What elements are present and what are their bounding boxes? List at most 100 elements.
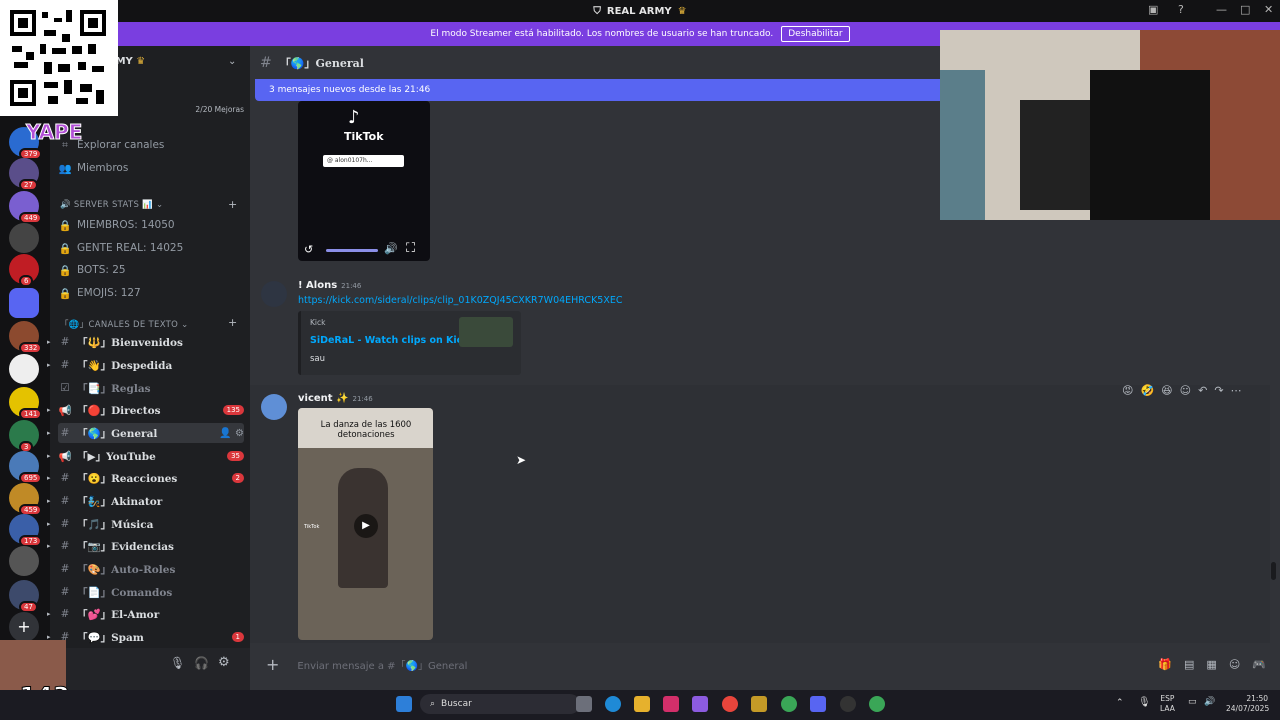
chrome-profile-icon[interactable] [869, 696, 885, 712]
sidebar-item-explore[interactable]: ⌗ Explorar canales [58, 135, 244, 155]
chrome-profile-icon[interactable] [781, 696, 797, 712]
gift-icon[interactable]: 🎁 [1158, 658, 1172, 671]
channel-reglas[interactable]: ☑ 「📑」Reglas [58, 378, 244, 398]
maximize-button[interactable]: □ [1240, 3, 1250, 16]
mic-tray-icon[interactable]: 🎙 [1138, 697, 1151, 708]
reaction-emoji-icon[interactable]: 😆 [1161, 384, 1172, 397]
copilot-icon[interactable] [692, 696, 708, 712]
server-icon[interactable]: 3 [9, 420, 39, 453]
add-attachment-icon[interactable]: + [266, 655, 279, 674]
server-icon[interactable]: 6 [9, 254, 39, 287]
video-embed[interactable]: ♪ TikTok @ alon0107h... ↺ 🔊 ⛶ [298, 101, 430, 261]
channel-youtube[interactable]: 📢 「▶」YouTube 35 [58, 446, 244, 466]
settings-icon[interactable]: 👤 ⚙ [219, 428, 244, 439]
channel-evidencias[interactable]: # 「📷」Evidencias [58, 536, 244, 556]
reaction-emoji-icon[interactable]: 🤣 [1140, 384, 1154, 397]
message-input[interactable]: Enviar mensaje a #「🌎」General [297, 657, 467, 672]
app-icon[interactable] [663, 696, 679, 712]
category-text-channels[interactable]: 「🌐」CANALES DE TEXTO ⌄ [60, 318, 189, 330]
stat-channel[interactable]: 🔒 BOTS: 25 [58, 260, 244, 280]
gif-icon[interactable]: ▤ [1184, 658, 1194, 671]
reply-icon[interactable]: ↶ [1198, 384, 1207, 397]
discord-icon[interactable] [810, 696, 826, 712]
edge-icon[interactable] [605, 696, 621, 712]
help-icon[interactable]: ? [1178, 3, 1184, 16]
user-settings-icon[interactable]: ⚙ [218, 655, 230, 670]
speaker-icon[interactable]: 🔊 [1204, 697, 1215, 707]
add-server-icon[interactable]: + [9, 612, 39, 642]
tray-expand-icon[interactable]: ⌃ [1116, 698, 1124, 708]
channel-auto-roles[interactable]: # 「🎨」Auto-Roles [58, 559, 244, 579]
server-icon[interactable]: 27 [9, 158, 39, 191]
stat-channel[interactable]: 🔒 MIEMBROS: 14050 [58, 215, 244, 235]
channel-spam[interactable]: # 「💬」Spam 1 [58, 627, 244, 647]
channel-reacciones[interactable]: # 「😮」Reacciones 2 [58, 468, 244, 488]
category-server-stats[interactable]: 🔊 SERVER STATS 📊 ⌄ [60, 200, 163, 210]
scrollbar-thumb[interactable] [1271, 562, 1276, 580]
more-options-icon[interactable]: ⋯ [1231, 384, 1242, 397]
headphones-icon[interactable]: 🎧 [194, 656, 209, 670]
obs-icon[interactable] [840, 696, 856, 712]
server-icon[interactable] [9, 223, 39, 253]
message-author[interactable]: ! Alons [298, 280, 337, 291]
stat-channel[interactable]: 🔒 EMOJIS: 127 [58, 283, 244, 303]
server-icon[interactable]: 141 [9, 387, 43, 420]
message-link[interactable]: https://kick.com/sideral/clips/clip_01K0… [298, 295, 622, 306]
add-reaction-icon[interactable]: ☺ [1180, 384, 1191, 397]
folder-icon[interactable] [9, 288, 39, 318]
server-icon[interactable]: 449 [9, 191, 43, 224]
activities-icon[interactable]: 🎮 [1252, 658, 1266, 671]
emoji-icon[interactable]: ☺ [1229, 658, 1240, 671]
new-messages-bar[interactable]: 3 mensajes nuevos desde las 21:46 [255, 79, 945, 101]
channel-directos[interactable]: 📢 「🔴」Directos 135 [58, 400, 244, 420]
fullscreen-icon[interactable]: ⛶ [406, 241, 415, 256]
volume-icon[interactable]: 🔊 [384, 242, 398, 255]
server-icon[interactable]: 695 [9, 451, 43, 484]
minimize-button[interactable]: — [1216, 3, 1227, 16]
inbox-icon[interactable]: ▣ [1148, 3, 1158, 16]
server-icon[interactable]: 332 [9, 321, 43, 354]
task-view-icon[interactable] [576, 696, 592, 712]
microphone-icon[interactable]: 🎙 [170, 656, 185, 670]
channel-label: 「🔱」Bienvenidos [77, 336, 183, 349]
embed-title[interactable]: SiDeRaL - Watch clips on Kick [310, 335, 469, 346]
server-icon[interactable] [9, 354, 39, 384]
channel-el-amor[interactable]: # 「💕」El-Amor [58, 604, 244, 624]
server-icon[interactable]: 173 [9, 514, 43, 547]
clock[interactable]: 21:50 24/07/2025 [1226, 694, 1269, 714]
windows-start-icon[interactable] [396, 696, 412, 712]
language-indicator[interactable]: ESP LAA [1160, 694, 1175, 714]
close-button[interactable]: ✕ [1264, 3, 1273, 16]
avatar[interactable] [261, 281, 287, 307]
disable-streamer-button[interactable]: Deshabilitar [781, 26, 850, 42]
video-embed[interactable]: La danza de las 1600 detonaciones ▶ TikT… [298, 408, 433, 640]
add-channel-icon[interactable]: + [228, 316, 237, 329]
replay-icon[interactable]: ↺ [304, 243, 313, 256]
avatar[interactable] [261, 394, 287, 420]
sidebar-item-members[interactable]: 👥 Miembros [58, 158, 244, 178]
server-icon[interactable]: 47 [9, 580, 39, 613]
search-box[interactable]: ⌕ Buscar [420, 694, 580, 714]
server-icon[interactable] [9, 546, 39, 576]
message-author[interactable]: vicent ✨ [298, 393, 349, 404]
channel-despedida[interactable]: # 「👋」Despedida [58, 355, 244, 375]
game-icon[interactable] [751, 696, 767, 712]
chevron-down-icon[interactable]: ⌄ [228, 56, 236, 67]
server-icon[interactable]: 459 [9, 483, 43, 516]
add-channel-icon[interactable]: + [228, 198, 237, 211]
channel-musica[interactable]: # 「🎵」Música [58, 514, 244, 534]
channel-comandos[interactable]: # 「📄」Comandos [58, 582, 244, 602]
embed-thumbnail[interactable] [459, 317, 513, 347]
volume-slider[interactable] [326, 249, 378, 252]
channel-akinator[interactable]: # 「🧞」Akinator [58, 491, 244, 511]
network-icon[interactable]: ▭ [1188, 697, 1197, 707]
reaction-emoji-icon[interactable]: 😡 [1122, 384, 1133, 397]
sticker-icon[interactable]: ▦ [1206, 658, 1216, 671]
play-icon[interactable]: ▶ [354, 514, 378, 538]
stat-channel[interactable]: 🔒 GENTE REAL: 14025 [58, 238, 244, 258]
channel-general[interactable]: # 「🌎」General 👤 ⚙ [58, 423, 244, 443]
chrome-icon[interactable] [722, 696, 738, 712]
channel-bienvenidos[interactable]: # 「🔱」Bienvenidos [58, 332, 244, 352]
file-explorer-icon[interactable] [634, 696, 650, 712]
forward-icon[interactable]: ↷ [1214, 384, 1223, 397]
